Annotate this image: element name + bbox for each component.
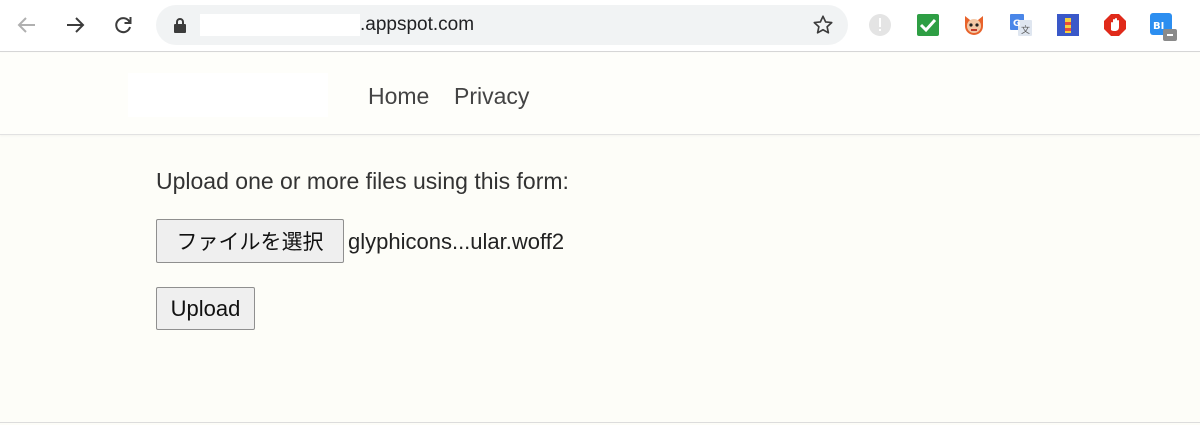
stop-hand-extension-icon[interactable] — [1103, 13, 1127, 37]
translate-extension-icon[interactable]: G文 — [1009, 13, 1033, 37]
choose-file-button[interactable]: ファイルを選択 — [156, 219, 344, 263]
bi-extension-icon[interactable]: BI — [1150, 13, 1177, 41]
reload-icon[interactable] — [108, 10, 138, 40]
address-bar[interactable]: .appspot.com — [156, 5, 848, 45]
svg-text:G: G — [1013, 19, 1020, 29]
redacted-brand — [128, 73, 328, 117]
alert-extension-icon[interactable] — [868, 13, 892, 37]
forward-icon[interactable] — [60, 10, 90, 40]
lock-icon[interactable] — [173, 17, 187, 38]
browser-toolbar: .appspot.com G文 BI — [0, 0, 1200, 52]
star-icon[interactable] — [812, 14, 834, 41]
selected-file-name: glyphicons...ular.woff2 — [348, 229, 565, 254]
redacted-url-segment — [200, 14, 360, 36]
footer-divider — [0, 422, 1200, 423]
url-text: .appspot.com — [360, 14, 475, 35]
svg-text:BI: BI — [1153, 21, 1164, 32]
back-icon[interactable] — [12, 10, 42, 40]
svg-text:文: 文 — [1021, 24, 1030, 36]
lighthouse-extension-icon[interactable] — [1056, 13, 1080, 37]
checkmark-extension-icon[interactable] — [916, 13, 940, 37]
upload-instructions: Upload one or more files using this form… — [156, 168, 569, 194]
site-navbar: Home Privacy — [0, 53, 1200, 135]
nav-link-home[interactable]: Home — [368, 83, 429, 109]
upload-button[interactable]: Upload — [156, 287, 255, 330]
cat-extension-icon[interactable] — [962, 13, 986, 37]
nav-link-privacy[interactable]: Privacy — [454, 83, 529, 109]
